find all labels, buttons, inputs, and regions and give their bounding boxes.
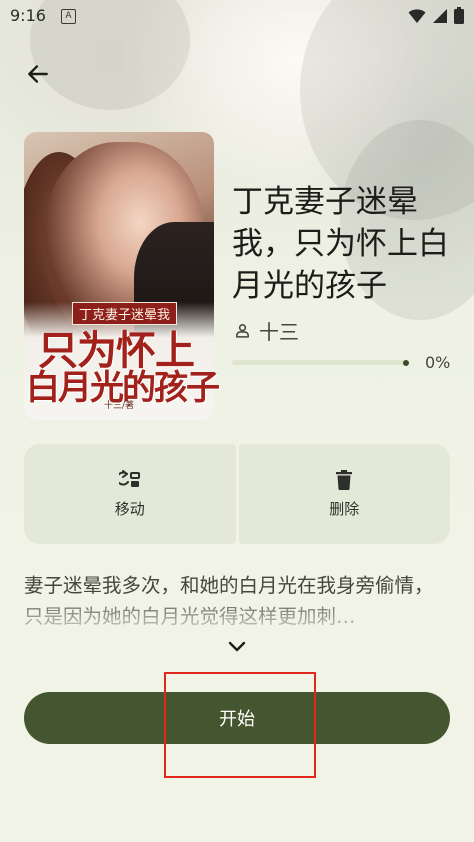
wifi-icon [408, 8, 426, 23]
signal-icon [433, 8, 447, 23]
book-actions: 移动 删除 [24, 444, 450, 544]
status-time: 9:16 [10, 6, 46, 25]
book-title: 丁克妻子迷晕我，只为怀上白月光的孩子 [232, 184, 449, 304]
back-button[interactable] [20, 56, 56, 92]
status-icons [408, 7, 464, 24]
description-fade [24, 602, 450, 636]
status-bar: 9:16 A [0, 0, 474, 34]
author-row: 十三 [234, 316, 299, 345]
person-icon [236, 324, 249, 338]
arrow-left-icon [28, 65, 48, 83]
move-label: 移动 [114, 499, 145, 518]
start-reading-button[interactable]: 开始 [24, 692, 450, 744]
battery-icon [454, 7, 464, 24]
delete-label: 删除 [329, 499, 360, 518]
reading-progress-end-dot [403, 359, 409, 366]
expand-description-button[interactable] [223, 635, 251, 659]
cover-author-credit: 十三/著 [103, 401, 135, 411]
reading-progress-bar [232, 359, 409, 366]
chevron-down-icon [228, 641, 246, 652]
delete-button[interactable]: 删除 [238, 444, 450, 544]
move-button[interactable]: 移动 [24, 444, 236, 544]
move-icon [118, 469, 140, 487]
author-name: 十三 [259, 320, 299, 344]
a-badge-icon: A [61, 9, 76, 24]
reading-progress-text: 0% [425, 353, 451, 372]
trash-icon [336, 469, 353, 490]
